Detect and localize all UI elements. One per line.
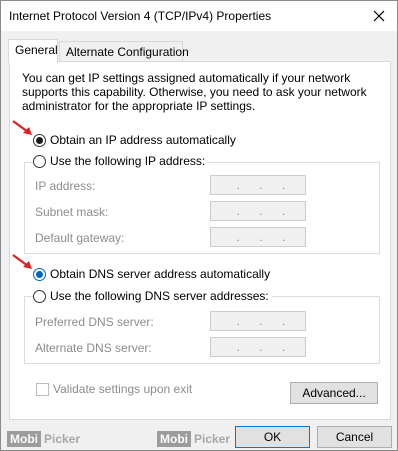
window-title: Internet Protocol Version 4 (TCP/IPv4) P… — [9, 9, 272, 23]
close-button[interactable] — [361, 1, 397, 31]
dns-auto-radio-row[interactable]: Obtain DNS server address automatically — [33, 267, 270, 281]
dns-manual-radio[interactable] — [33, 289, 46, 303]
tab-general[interactable]: General — [8, 39, 58, 63]
subnet-mask-input[interactable]: ... — [210, 201, 306, 221]
subnet-mask-label: Subnet mask: — [35, 205, 109, 219]
default-gateway-input[interactable]: ... — [210, 227, 306, 247]
preferred-dns-label: Preferred DNS server: — [35, 315, 154, 329]
ip-address-label: IP address: — [35, 179, 96, 193]
tab-general-label: General — [15, 43, 58, 57]
default-gateway-label: Default gateway: — [35, 231, 125, 245]
preferred-dns-input[interactable]: ... — [210, 311, 306, 331]
ok-button-label: OK — [263, 430, 282, 444]
advanced-button[interactable]: Advanced... — [290, 382, 378, 404]
dns-auto-label: Obtain DNS server address automatically — [50, 267, 271, 281]
alternate-dns-input[interactable]: ... — [210, 337, 306, 357]
validate-checkbox[interactable] — [36, 382, 49, 396]
tab-alternate-configuration-label: Alternate Configuration — [66, 45, 189, 59]
validate-checkbox-row[interactable]: Validate settings upon exit — [36, 382, 192, 396]
close-icon — [373, 10, 385, 22]
watermark-logo: Mobi Picker — [7, 430, 80, 448]
ip-manual-radio-row[interactable]: Use the following IP address: — [33, 154, 209, 168]
ip-address-input[interactable]: ... — [210, 175, 306, 195]
cancel-button-label: Cancel — [335, 430, 374, 444]
watermark-logo: Mobi Picker — [157, 430, 230, 448]
ok-button[interactable]: OK — [235, 426, 310, 448]
general-panel: You can get IP settings assigned automat… — [9, 61, 391, 420]
advanced-button-label: Advanced... — [302, 386, 366, 400]
validate-label: Validate settings upon exit — [53, 382, 193, 396]
tab-alternate-configuration[interactable]: Alternate Configuration — [59, 41, 189, 63]
intro-text: You can get IP settings assigned automat… — [22, 71, 367, 113]
cancel-button[interactable]: Cancel — [317, 426, 392, 448]
ipv4-properties-dialog: Internet Protocol Version 4 (TCP/IPv4) P… — [0, 0, 398, 451]
dns-manual-label: Use the following DNS server addresses: — [50, 289, 269, 303]
red-arrow-icon — [12, 120, 32, 135]
ip-manual-label: Use the following IP address: — [50, 154, 206, 168]
title-bar[interactable]: Internet Protocol Version 4 (TCP/IPv4) P… — [1, 1, 397, 31]
alternate-dns-label: Alternate DNS server: — [35, 341, 152, 355]
red-arrow-icon — [12, 254, 32, 269]
ip-manual-radio[interactable] — [33, 154, 46, 168]
ip-auto-radio-row[interactable]: Obtain an IP address automatically — [33, 133, 236, 147]
dns-manual-radio-row[interactable]: Use the following DNS server addresses: — [33, 289, 272, 303]
ip-auto-label: Obtain an IP address automatically — [50, 133, 236, 147]
